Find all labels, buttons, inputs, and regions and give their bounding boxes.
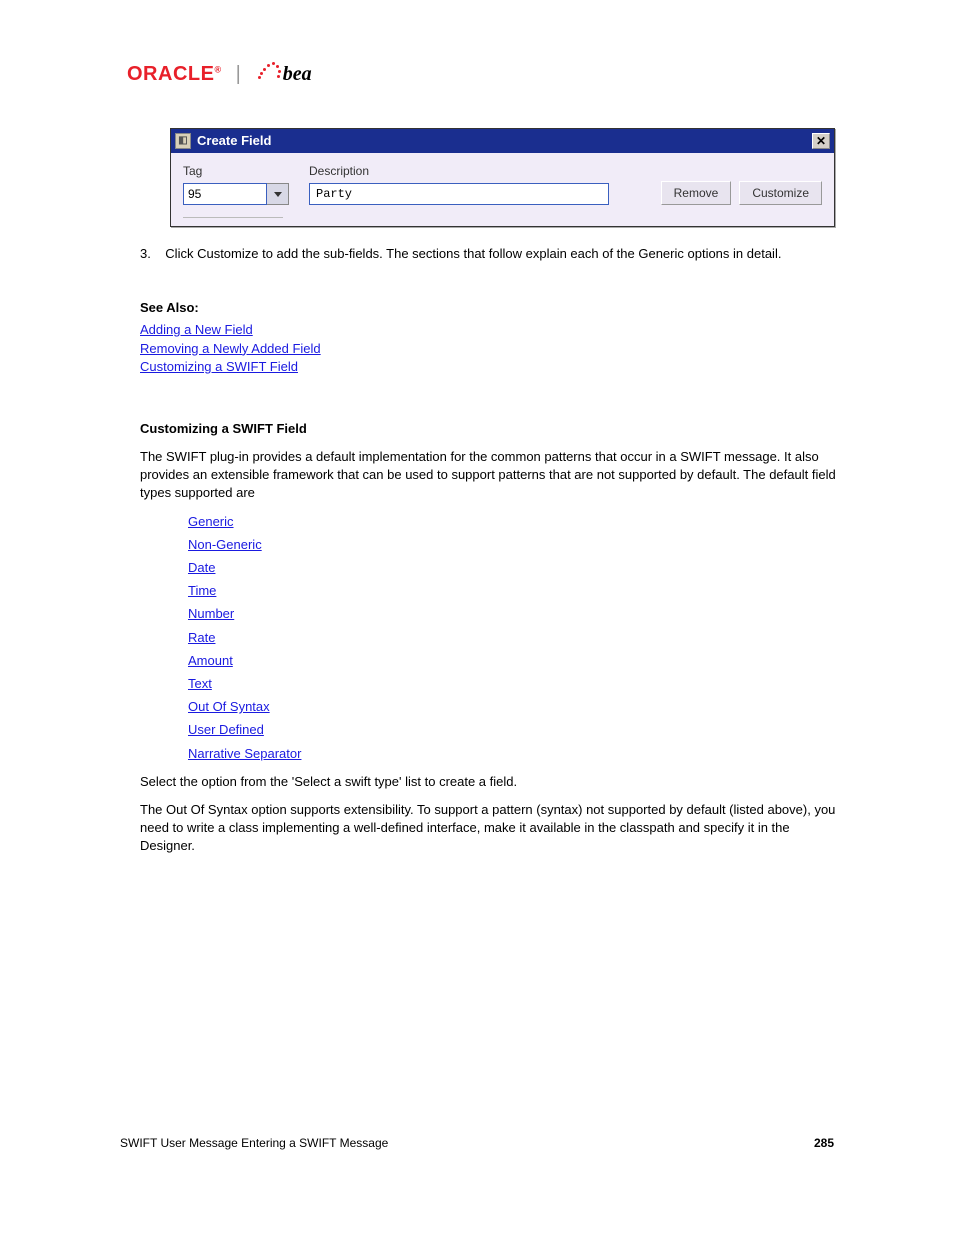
link-removing-new-field[interactable]: Removing a Newly Added Field xyxy=(140,341,321,356)
step-number: 3. xyxy=(140,246,151,261)
create-field-dialog: ◧ Create Field ✕ Tag Description Remo xyxy=(170,128,835,227)
link-generic[interactable]: Generic xyxy=(188,514,234,529)
remove-button[interactable]: Remove xyxy=(661,181,732,205)
link-time[interactable]: Time xyxy=(188,583,216,598)
dialog-title-text: Create Field xyxy=(197,132,271,150)
oracle-reg: ® xyxy=(214,64,221,74)
p3-prefix: Select the option from the xyxy=(140,774,292,789)
link-out-of-syntax[interactable]: Out Of Syntax xyxy=(188,699,270,714)
customize-button[interactable]: Customize xyxy=(739,181,822,205)
oracle-logo: ORACLE® xyxy=(127,60,222,88)
link-number[interactable]: Number xyxy=(188,606,234,621)
step-3-text: 3. Click Customize to add the sub-fields… xyxy=(140,245,839,263)
customizing-intro: The SWIFT plug-in provides a default imp… xyxy=(140,448,839,503)
logo-divider: | xyxy=(236,60,241,88)
p3-suffix: list to create a field. xyxy=(402,774,518,789)
dialog-icon: ◧ xyxy=(175,133,191,149)
footer-page-number: 285 xyxy=(814,1135,834,1152)
tag-label: Tag xyxy=(183,163,289,180)
step-text: Click Customize to add the sub-fields. T… xyxy=(165,246,781,261)
out-of-syntax-text: The Out Of Syntax option supports extens… xyxy=(140,801,839,856)
select-option-text: Select the option from the 'Select a swi… xyxy=(140,773,839,791)
bea-text: bea xyxy=(283,60,312,88)
link-customizing-swift-field[interactable]: Customizing a SWIFT Field xyxy=(140,359,298,374)
page-footer: SWIFT User Message Entering a SWIFT Mess… xyxy=(115,1135,839,1152)
tag-input[interactable] xyxy=(183,183,267,205)
link-non-generic[interactable]: Non-Generic xyxy=(188,537,262,552)
link-user-defined[interactable]: User Defined xyxy=(188,722,264,737)
logo-row: ORACLE® | bea xyxy=(127,60,839,88)
field-type-list: Generic Non-Generic Date Time Number Rat… xyxy=(188,513,839,763)
oracle-text: ORACLE xyxy=(127,63,214,85)
link-text[interactable]: Text xyxy=(188,676,212,691)
chevron-down-icon xyxy=(273,189,283,199)
dialog-titlebar: ◧ Create Field ✕ xyxy=(171,129,834,153)
close-icon[interactable]: ✕ xyxy=(812,133,830,149)
link-rate[interactable]: Rate xyxy=(188,630,215,645)
footer-breadcrumb: SWIFT User Message Entering a SWIFT Mess… xyxy=(120,1135,388,1152)
description-field: Description xyxy=(309,163,609,205)
tag-dropdown-button[interactable] xyxy=(267,183,289,205)
description-label: Description xyxy=(309,163,609,180)
tag-field: Tag xyxy=(183,163,289,205)
customizing-heading: Customizing a SWIFT Field xyxy=(140,420,839,438)
bea-dots-icon xyxy=(255,62,281,86)
bea-logo: bea xyxy=(255,60,312,88)
link-amount[interactable]: Amount xyxy=(188,653,233,668)
link-adding-new-field[interactable]: Adding a New Field xyxy=(140,322,253,337)
link-date[interactable]: Date xyxy=(188,560,215,575)
description-input[interactable] xyxy=(309,183,609,205)
p3-quote: 'Select a swift type' xyxy=(292,774,402,789)
document-body: 3. Click Customize to add the sub-fields… xyxy=(140,245,839,856)
link-narrative-separator[interactable]: Narrative Separator xyxy=(188,746,301,761)
see-also-heading: See Also: xyxy=(140,299,839,317)
